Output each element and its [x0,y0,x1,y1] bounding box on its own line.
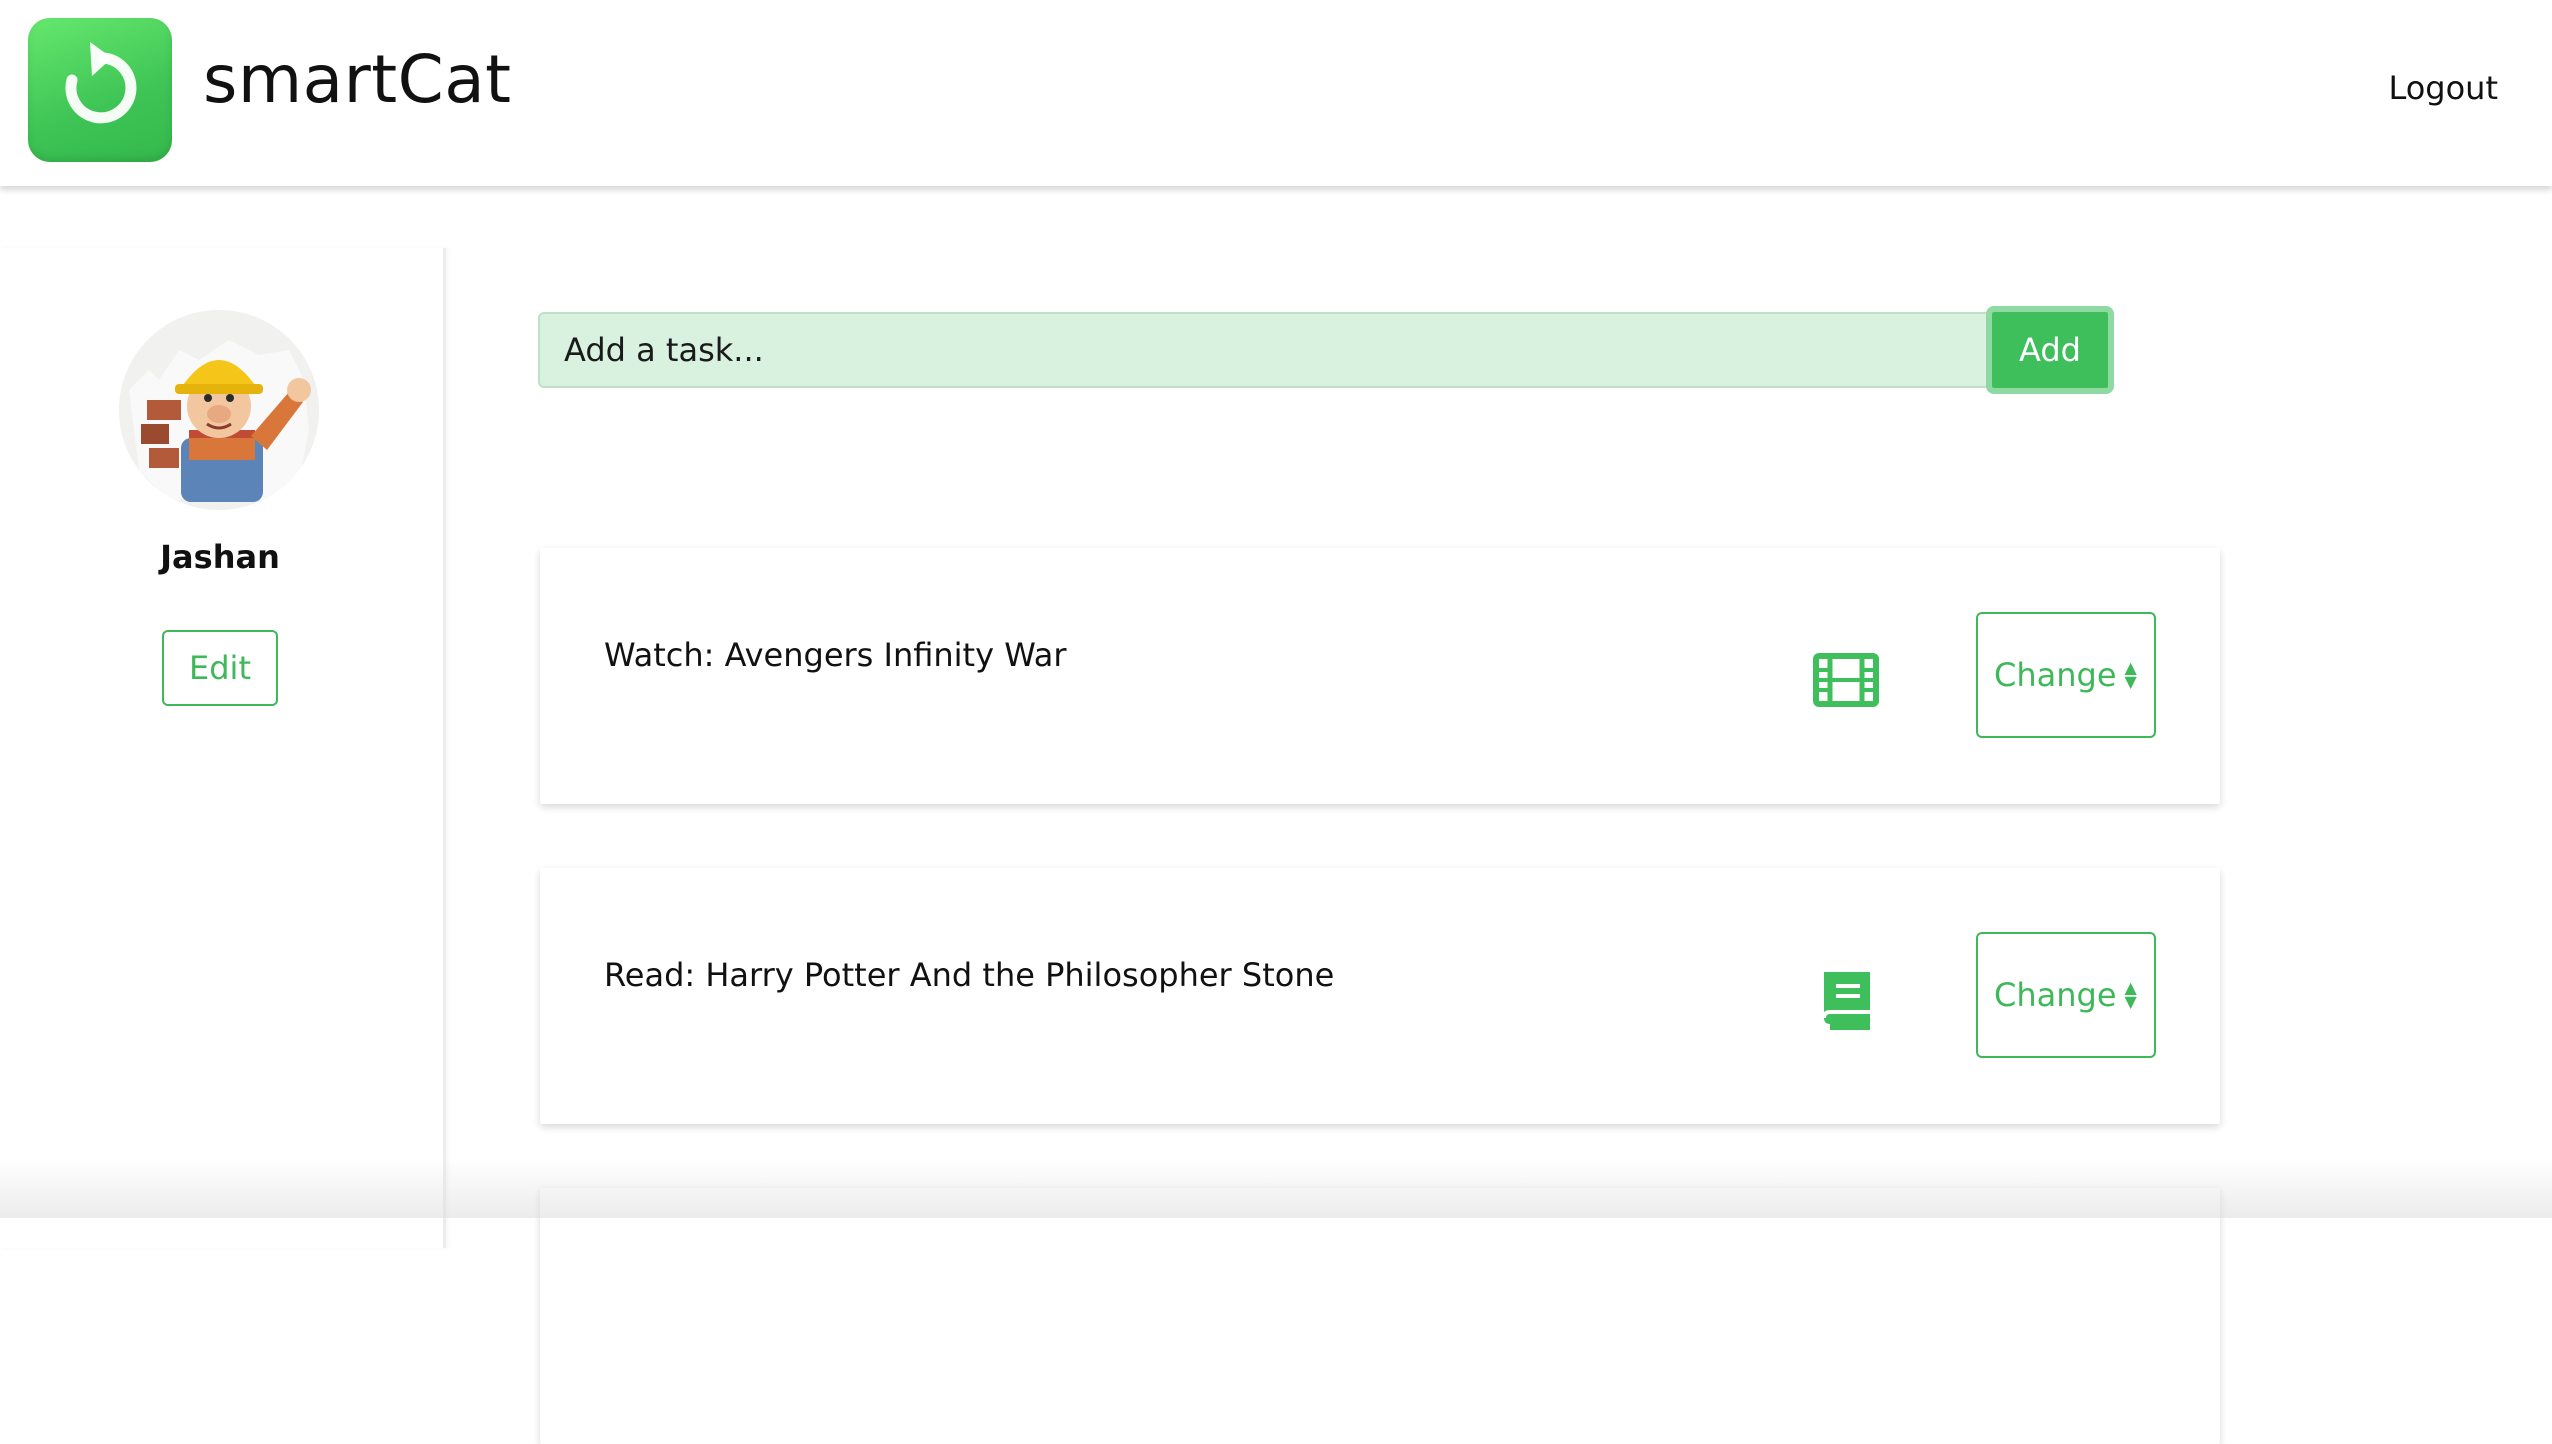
avatar [119,310,319,510]
task-text: Read: Harry Potter And the Philosopher S… [604,956,1334,994]
task-card: Read: Harry Potter And the Philosopher S… [540,868,2220,1124]
sort-arrows-icon: ▲▼ [2125,661,2137,689]
add-task-button[interactable]: Add [1986,306,2114,394]
profile-name: Jashan [0,538,440,576]
task-text: Watch: Avengers Infinity War [604,636,1067,674]
film-icon [1812,646,1880,714]
task-card: Watch: Avengers Infinity War Change ▲▼ [540,548,2220,804]
change-label: Change [1994,976,2117,1014]
sort-arrows-icon: ▲▼ [2125,981,2137,1009]
change-category-button[interactable]: Change ▲▼ [1976,932,2156,1058]
app-logo[interactable] [28,18,172,162]
profile-sidebar: Jashan Edit [0,248,446,1248]
task-card [540,1188,2220,1444]
app-title: smartCat [203,40,512,120]
edit-profile-button[interactable]: Edit [162,630,278,706]
avatar-image [119,310,319,510]
top-navbar: smartCat Logout [0,0,2552,186]
change-category-button[interactable]: Change ▲▼ [1976,612,2156,738]
logout-link[interactable]: Logout [2388,66,2498,110]
change-label: Change [1994,656,2117,694]
add-task-input[interactable] [538,312,1990,388]
book-icon [1812,966,1880,1034]
refresh-arrow-icon [28,18,172,162]
